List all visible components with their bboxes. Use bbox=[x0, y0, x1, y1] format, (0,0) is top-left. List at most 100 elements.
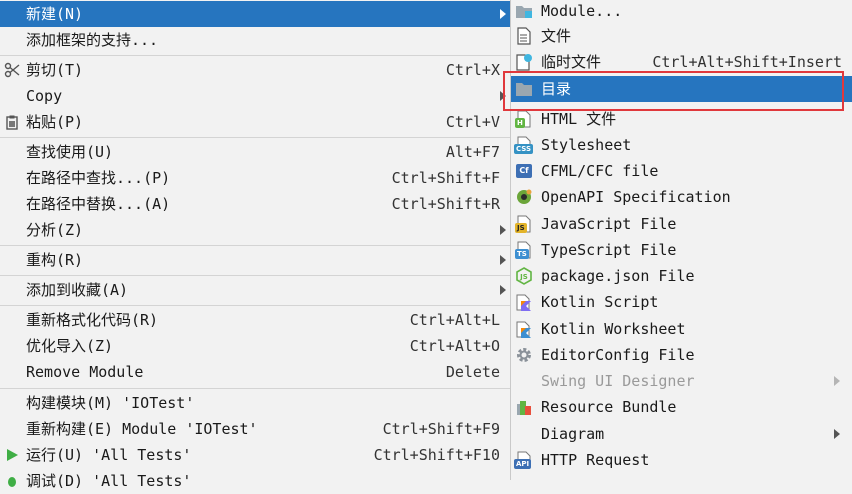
debug-bug-icon bbox=[3, 472, 21, 490]
menu-item-label: Remove Module bbox=[26, 363, 144, 381]
clipboard-icon bbox=[3, 113, 21, 131]
submenu-item-diagram[interactable]: Diagram bbox=[511, 421, 852, 447]
project-context-menu: 新建(N) 添加框架的支持... 剪切(T) Ctrl+X Copy 粘贴(P)… bbox=[0, 0, 511, 490]
submenu-item-typescript-file[interactable]: TS TypeScript File bbox=[511, 237, 852, 263]
submenu-item-openapi-specification[interactable]: OpenAPI Specification bbox=[511, 184, 852, 210]
menu-item-analyze[interactable]: 分析(Z) bbox=[0, 217, 510, 243]
submenu-item-kotlin-script[interactable]: Kotlin Script bbox=[511, 289, 852, 315]
menu-item-label: 在路径中替换...(A) bbox=[26, 195, 171, 213]
submenu-item-kotlin-worksheet[interactable]: Kotlin Worksheet bbox=[511, 316, 852, 342]
menu-item-new[interactable]: 新建(N) bbox=[0, 1, 510, 27]
submenu-item-label: 文件 bbox=[541, 27, 572, 45]
submenu-item-directory[interactable]: 目录 bbox=[511, 76, 852, 102]
submenu-item-label: EditorConfig File bbox=[541, 346, 695, 364]
submenu-item-label: HTTP Request bbox=[541, 451, 650, 469]
new-submenu: Module... 文件 临时文件 Ctrl+Alt+Shift+Insert … bbox=[511, 0, 852, 480]
http-request-icon: API bbox=[514, 451, 533, 469]
submenu-item-label: HTML 文件 bbox=[541, 110, 617, 128]
submenu-item-label: JavaScript File bbox=[541, 215, 677, 233]
menu-item-remove-module[interactable]: Remove Module Delete bbox=[0, 359, 510, 385]
menu-item-add-to-favorites[interactable]: 添加到收藏(A) bbox=[0, 277, 510, 303]
menu-item-reformat-code[interactable]: 重新格式化代码(R) Ctrl+Alt+L bbox=[0, 307, 510, 333]
submenu-item-javascript-file[interactable]: JS JavaScript File bbox=[511, 211, 852, 237]
submenu-item-scratch-file[interactable]: 临时文件 Ctrl+Alt+Shift+Insert bbox=[511, 49, 852, 75]
menu-item-label: 粘贴(P) bbox=[26, 113, 84, 131]
menu-item-label: 分析(Z) bbox=[26, 221, 84, 239]
menu-separator bbox=[0, 275, 510, 276]
submenu-item-stylesheet[interactable]: CSS Stylesheet bbox=[511, 132, 852, 158]
menu-separator bbox=[0, 245, 510, 246]
submenu-item-label: Kotlin Worksheet bbox=[541, 320, 686, 338]
submenu-item-html-file[interactable]: H HTML 文件 bbox=[511, 106, 852, 132]
submenu-item-label: CFML/CFC file bbox=[541, 162, 659, 180]
menu-item-run-all-tests[interactable]: 运行(U) 'All Tests' Ctrl+Shift+F10 bbox=[0, 442, 510, 468]
menu-item-copy[interactable]: Copy bbox=[0, 83, 510, 109]
submenu-arrow-icon bbox=[500, 285, 506, 295]
submenu-item-label: 临时文件 bbox=[541, 53, 602, 71]
menu-item-label: 构建模块(M) 'IOTest' bbox=[26, 394, 195, 412]
submenu-item-http-request[interactable]: API HTTP Request bbox=[511, 447, 852, 473]
submenu-item-package-json[interactable]: JS package.json File bbox=[511, 263, 852, 289]
menu-item-shortcut: Ctrl+Shift+F9 bbox=[382, 420, 500, 438]
menu-item-shortcut: Delete bbox=[445, 363, 500, 381]
menu-item-shortcut: Ctrl+Shift+F10 bbox=[373, 446, 500, 464]
module-icon bbox=[515, 2, 533, 20]
menu-item-shortcut: Ctrl+Shift+F bbox=[391, 169, 500, 187]
menu-item-replace-in-path[interactable]: 在路径中替换...(A) Ctrl+Shift+R bbox=[0, 191, 510, 217]
api-badge: API bbox=[514, 459, 532, 469]
menu-item-refactor[interactable]: 重构(R) bbox=[0, 247, 510, 273]
menu-item-add-framework-support[interactable]: 添加框架的支持... bbox=[0, 27, 510, 53]
submenu-item-file[interactable]: 文件 bbox=[511, 23, 852, 49]
menu-item-rebuild-module[interactable]: 重新构建(E) Module 'IOTest' Ctrl+Shift+F9 bbox=[0, 416, 510, 442]
menu-item-find-usages[interactable]: 查找使用(U) Alt+F7 bbox=[0, 139, 510, 165]
menu-item-shortcut: Ctrl+V bbox=[445, 113, 500, 131]
html-file-icon: H bbox=[515, 110, 533, 128]
menu-item-find-in-path[interactable]: 在路径中查找...(P) Ctrl+Shift+F bbox=[0, 165, 510, 191]
menu-item-paste[interactable]: 粘贴(P) Ctrl+V bbox=[0, 109, 510, 135]
submenu-item-label: Module... bbox=[541, 2, 623, 20]
menu-item-debug-all-tests[interactable]: 调试(D) 'All Tests' bbox=[0, 468, 510, 494]
menu-separator bbox=[0, 388, 510, 389]
menu-item-cut[interactable]: 剪切(T) Ctrl+X bbox=[0, 57, 510, 83]
css-badge: CSS bbox=[514, 144, 534, 154]
submenu-item-label: Kotlin Script bbox=[541, 293, 659, 311]
menu-item-shortcut: Ctrl+Alt+L bbox=[409, 311, 500, 329]
menu-item-label: 运行(U) 'All Tests' bbox=[26, 446, 192, 464]
menu-item-build-module[interactable]: 构建模块(M) 'IOTest' bbox=[0, 390, 510, 416]
gear-icon bbox=[515, 346, 533, 364]
scratch-file-icon bbox=[515, 53, 533, 71]
html-badge: H bbox=[515, 118, 525, 128]
submenu-item-cfml-file[interactable]: Cf CFML/CFC file bbox=[511, 158, 852, 184]
submenu-item-label: 目录 bbox=[541, 80, 572, 98]
menu-item-shortcut: Alt+F7 bbox=[445, 143, 500, 161]
submenu-item-resource-bundle[interactable]: Resource Bundle bbox=[511, 394, 852, 420]
cfml-file-icon: Cf bbox=[515, 162, 533, 180]
menu-separator bbox=[0, 137, 510, 138]
menu-item-label: Copy bbox=[26, 87, 63, 105]
submenu-item-swing-ui-designer[interactable]: Swing UI Designer bbox=[511, 368, 852, 394]
menu-item-shortcut: Ctrl+Alt+O bbox=[409, 337, 500, 355]
submenu-item-label: Swing UI Designer bbox=[541, 372, 695, 390]
submenu-item-label: OpenAPI Specification bbox=[541, 188, 731, 206]
submenu-item-label: TypeScript File bbox=[541, 241, 677, 259]
menu-item-label: 添加到收藏(A) bbox=[26, 281, 129, 299]
submenu-arrow-icon bbox=[500, 91, 506, 101]
javascript-file-icon: JS bbox=[515, 215, 533, 233]
menu-item-shortcut: Ctrl+X bbox=[445, 61, 500, 79]
submenu-item-label: package.json File bbox=[541, 267, 695, 285]
submenu-item-label: Diagram bbox=[541, 425, 605, 443]
file-icon bbox=[515, 27, 533, 45]
run-icon bbox=[3, 446, 21, 464]
cfml-badge: Cf bbox=[516, 164, 532, 178]
submenu-arrow-icon bbox=[500, 255, 506, 265]
typescript-file-icon: TS bbox=[515, 241, 533, 259]
scissors-icon bbox=[3, 61, 21, 79]
submenu-item-module[interactable]: Module... bbox=[511, 0, 852, 24]
menu-item-label: 查找使用(U) bbox=[26, 143, 114, 161]
submenu-arrow-icon bbox=[500, 9, 506, 19]
submenu-item-editorconfig-file[interactable]: EditorConfig File bbox=[511, 342, 852, 368]
menu-item-label: 优化导入(Z) bbox=[26, 337, 114, 355]
nodejs-icon: JS bbox=[515, 267, 533, 285]
menu-item-optimize-imports[interactable]: 优化导入(Z) Ctrl+Alt+O bbox=[0, 333, 510, 359]
openapi-icon bbox=[515, 188, 533, 206]
